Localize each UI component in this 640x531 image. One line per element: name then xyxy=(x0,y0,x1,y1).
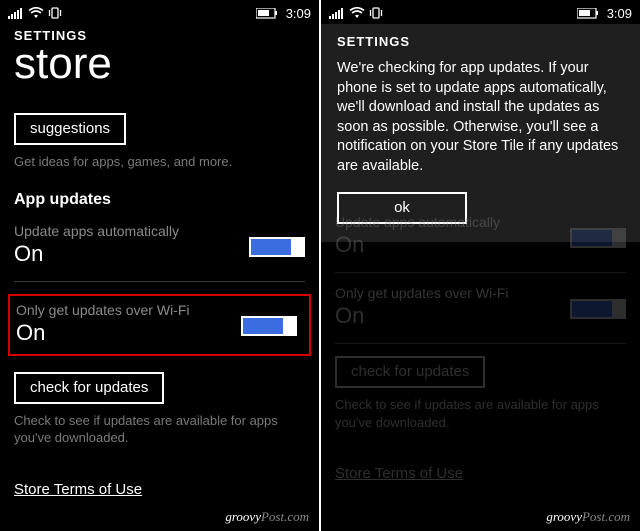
vibrate-icon xyxy=(369,7,383,19)
divider xyxy=(335,343,626,344)
setting-wifi-only: Only get updates over Wi-Fi On xyxy=(16,302,303,346)
divider xyxy=(14,281,305,282)
setting-wifi-only: Only get updates over Wi-Fi On xyxy=(335,285,626,329)
check-updates-button[interactable]: check for updates xyxy=(335,356,485,388)
setting-label: Only get updates over Wi-Fi xyxy=(335,285,626,301)
terms-link[interactable]: Store Terms of Use xyxy=(14,481,142,498)
setting-value: On xyxy=(335,303,626,329)
highlight-wifi-only: Only get updates over Wi-Fi On xyxy=(8,294,311,356)
signal-icon xyxy=(329,7,345,19)
vibrate-icon xyxy=(48,7,62,19)
check-updates-hint: Check to see if updates are available fo… xyxy=(335,396,626,431)
watermark: groovyPost.com xyxy=(225,509,309,525)
toggle-auto-update[interactable] xyxy=(249,237,305,257)
suggestions-hint: Get ideas for apps, games, and more. xyxy=(14,153,305,171)
signal-icon xyxy=(8,7,24,19)
suggestions-button[interactable]: suggestions xyxy=(14,113,126,145)
page-title: store xyxy=(14,41,305,87)
check-updates-hint: Check to see if updates are available fo… xyxy=(14,412,305,447)
clock: 3:09 xyxy=(286,6,311,21)
phone-screen-right: 3:09 SETTINGS We're checking for app upd… xyxy=(321,0,640,531)
clock: 3:09 xyxy=(607,6,632,21)
phone-screen-left: 3:09 SETTINGS store suggestions Get idea… xyxy=(0,0,319,531)
check-updates-button[interactable]: check for updates xyxy=(14,372,164,404)
toggle-wifi-only[interactable] xyxy=(570,299,626,319)
ok-button[interactable]: ok xyxy=(337,192,467,224)
terms-link[interactable]: Store Terms of Use xyxy=(335,465,463,482)
update-dialog: SETTINGS We're checking for app updates.… xyxy=(321,24,640,242)
divider xyxy=(335,272,626,273)
dialog-message: We're checking for app updates. If your … xyxy=(337,59,624,176)
section-title-app-updates: App updates xyxy=(14,191,305,209)
watermark: groovyPost.com xyxy=(546,509,630,525)
status-bar: 3:09 xyxy=(0,0,319,24)
toggle-wifi-only[interactable] xyxy=(241,316,297,336)
wifi-icon xyxy=(28,7,44,19)
battery-icon xyxy=(256,8,278,19)
status-bar: 3:09 xyxy=(321,0,640,24)
wifi-icon xyxy=(349,7,365,19)
settings-content: SETTINGS store suggestions Get ideas for… xyxy=(0,28,319,499)
setting-auto-update: Update apps automatically On xyxy=(14,223,305,267)
dialog-title: SETTINGS xyxy=(337,34,624,49)
battery-icon xyxy=(577,8,599,19)
